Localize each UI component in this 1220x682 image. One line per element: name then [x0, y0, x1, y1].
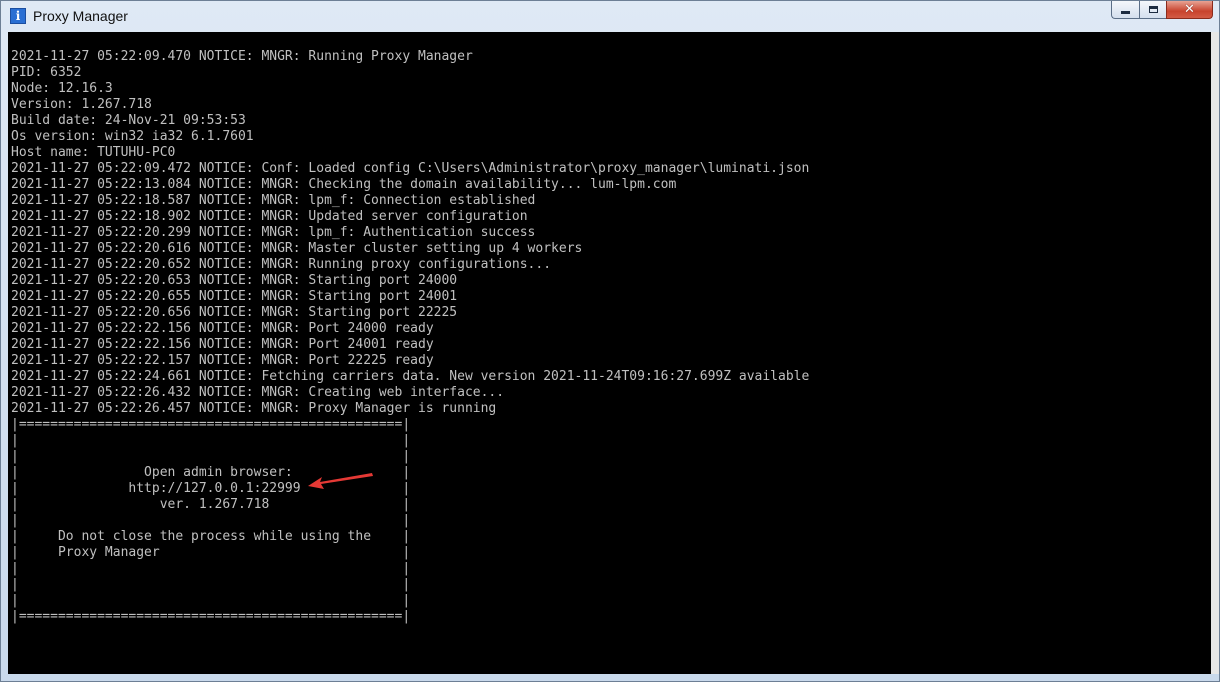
console-line: | ver. 1.267.718 |: [11, 497, 411, 512]
info-app-icon: i: [10, 8, 26, 24]
console-line: 2021-11-27 05:22:20.656 NOTICE: MNGR: St…: [11, 305, 458, 320]
close-button[interactable]: ✕: [1166, 1, 1213, 19]
console-line: | |: [11, 593, 411, 608]
console-line: | |: [11, 577, 411, 592]
maximize-icon: [1148, 6, 1158, 13]
maximize-button[interactable]: [1139, 1, 1166, 19]
console-line: | |: [11, 513, 411, 528]
console-line: Node: 12.16.3: [11, 81, 113, 96]
console-line: | |: [11, 433, 411, 448]
console-line: 2021-11-27 05:22:24.661 NOTICE: Fetching…: [11, 369, 810, 384]
console-text: 2021-11-27 05:22:09.470 NOTICE: MNGR: Ru…: [11, 49, 809, 625]
console-line: | |: [11, 449, 411, 464]
console-line: | http://127.0.0.1:22999 |: [11, 481, 411, 496]
console-line: | Proxy Manager |: [11, 545, 411, 560]
console-line: 2021-11-27 05:22:20.655 NOTICE: MNGR: St…: [11, 289, 458, 304]
console-line: Build date: 24-Nov-21 09:53:53: [11, 113, 246, 128]
console-output-area[interactable]: 2021-11-27 05:22:09.470 NOTICE: MNGR: Ru…: [8, 32, 1211, 674]
console-line: | Open admin browser: |: [11, 465, 411, 480]
console-line: PID: 6352: [11, 65, 82, 80]
window-controls: ✕: [1111, 1, 1213, 19]
console-line: 2021-11-27 05:22:09.472 NOTICE: Conf: Lo…: [11, 161, 810, 176]
red-arrow-icon: [308, 473, 373, 489]
title-bar[interactable]: i Proxy Manager ✕: [1, 1, 1219, 32]
console-scrollbar[interactable]: [1211, 32, 1219, 674]
console-line: 2021-11-27 05:22:26.457 NOTICE: MNGR: Pr…: [11, 401, 497, 416]
console-line: 2021-11-27 05:22:20.299 NOTICE: MNGR: lp…: [11, 225, 536, 240]
console-line: 2021-11-27 05:22:13.084 NOTICE: MNGR: Ch…: [11, 177, 677, 192]
console-line: | Do not close the process while using t…: [11, 529, 411, 544]
minimize-icon: [1121, 11, 1130, 14]
console-line: |=======================================…: [11, 417, 411, 432]
console-line: 2021-11-27 05:22:18.902 NOTICE: MNGR: Up…: [11, 209, 528, 224]
console-line: 2021-11-27 05:22:20.616 NOTICE: MNGR: Ma…: [11, 241, 583, 256]
console-line: 2021-11-27 05:22:22.156 NOTICE: MNGR: Po…: [11, 321, 434, 336]
console-line: Os version: win32 ia32 6.1.7601: [11, 129, 254, 144]
console-line: 2021-11-27 05:22:18.587 NOTICE: MNGR: lp…: [11, 193, 536, 208]
console-line: 2021-11-27 05:22:20.652 NOTICE: MNGR: Ru…: [11, 257, 552, 272]
console-line: Version: 1.267.718: [11, 97, 152, 112]
window-title: Proxy Manager: [33, 8, 128, 24]
console-line: |=======================================…: [11, 609, 411, 624]
console-line: | |: [11, 561, 411, 576]
close-icon: ✕: [1184, 1, 1195, 17]
console-line: 2021-11-27 05:22:09.470 NOTICE: MNGR: Ru…: [11, 49, 473, 64]
minimize-button[interactable]: [1111, 1, 1139, 19]
console-line: 2021-11-27 05:22:22.156 NOTICE: MNGR: Po…: [11, 337, 434, 352]
console-line: 2021-11-27 05:22:26.432 NOTICE: MNGR: Cr…: [11, 385, 505, 400]
console-line: 2021-11-27 05:22:20.653 NOTICE: MNGR: St…: [11, 273, 458, 288]
console-line: Host name: TUTUHU-PC0: [11, 145, 176, 160]
proxy-manager-window: i Proxy Manager ✕ 2021-11-27 05:22:09.47…: [0, 0, 1220, 682]
console-line: 2021-11-27 05:22:22.157 NOTICE: MNGR: Po…: [11, 353, 434, 368]
